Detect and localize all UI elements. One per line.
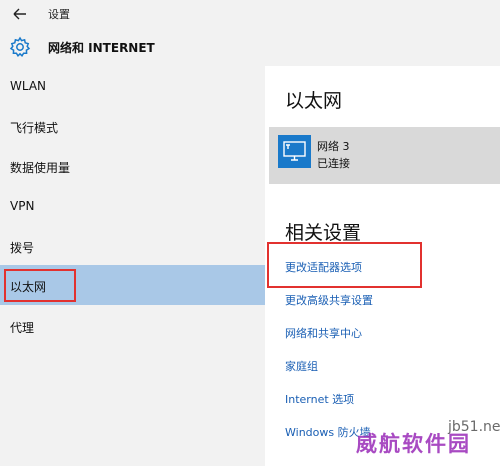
watermark-text: 威航软件园 bbox=[356, 432, 471, 456]
page-header: 网络和 INTERNET bbox=[0, 28, 500, 66]
sidebar-item-vpn[interactable]: VPN bbox=[0, 186, 265, 226]
highlight-box-adapter-options bbox=[267, 242, 422, 288]
link-homegroup[interactable]: 家庭组 bbox=[285, 358, 318, 374]
monitor-icon bbox=[278, 135, 311, 168]
page-title: 网络和 INTERNET bbox=[48, 41, 155, 55]
sidebar-item-label: VPN bbox=[10, 199, 35, 213]
sidebar-item-dialup[interactable]: 拨号 bbox=[0, 226, 265, 266]
link-internet-options[interactable]: Internet 选项 bbox=[285, 391, 354, 407]
network-card[interactable]: 网络 3 已连接 bbox=[269, 127, 500, 184]
highlight-box-ethernet bbox=[4, 269, 76, 302]
network-name: 网络 3 bbox=[317, 140, 350, 153]
section-title: 以太网 bbox=[285, 90, 343, 112]
back-arrow-icon[interactable] bbox=[10, 4, 30, 24]
sidebar-item-label: 飞行模式 bbox=[10, 121, 59, 135]
sidebar-item-proxy[interactable]: 代理 bbox=[0, 306, 265, 346]
sidebar-item-airplane-mode[interactable]: 飞行模式 bbox=[0, 106, 265, 146]
title-bar: 设置 bbox=[0, 0, 500, 28]
gear-icon bbox=[9, 36, 31, 58]
sidebar-item-label: 代理 bbox=[10, 321, 35, 335]
link-network-sharing-center[interactable]: 网络和共享中心 bbox=[285, 325, 362, 341]
link-advanced-sharing[interactable]: 更改高级共享设置 bbox=[285, 292, 373, 308]
related-settings-title: 相关设置 bbox=[285, 222, 362, 244]
sidebar-item-data-usage[interactable]: 数据使用量 bbox=[0, 146, 265, 186]
window-title: 设置 bbox=[48, 8, 70, 21]
sidebar-item-wlan[interactable]: WLAN bbox=[0, 66, 265, 106]
sidebar-item-label: 数据使用量 bbox=[10, 161, 71, 175]
network-status: 已连接 bbox=[317, 157, 350, 170]
sidebar: WLAN 飞行模式 数据使用量 VPN 拨号 以太网 代理 bbox=[0, 66, 265, 466]
sidebar-item-label: WLAN bbox=[10, 79, 47, 93]
sidebar-item-label: 拨号 bbox=[10, 241, 35, 255]
